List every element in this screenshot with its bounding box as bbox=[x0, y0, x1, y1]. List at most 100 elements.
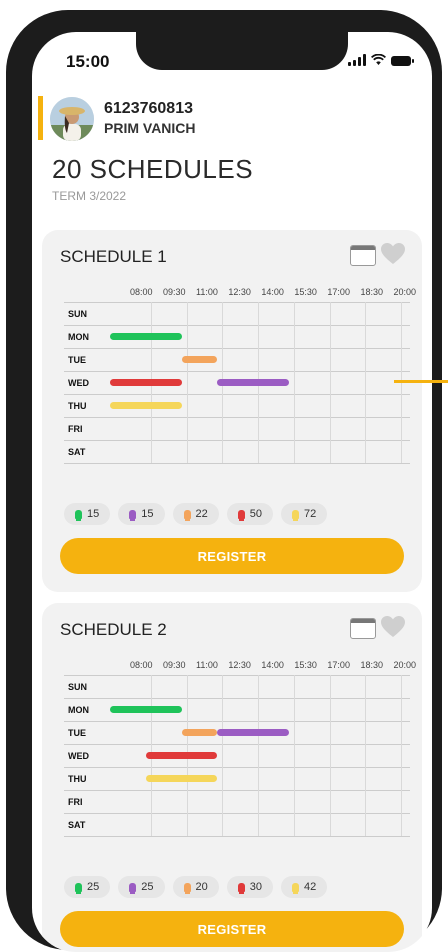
time-label: 11:00 bbox=[196, 660, 218, 670]
seat-icon bbox=[129, 882, 137, 894]
day-label: THU bbox=[68, 774, 87, 784]
calendar-icon[interactable] bbox=[350, 245, 376, 266]
time-label: 12:30 bbox=[228, 287, 251, 297]
status-icons bbox=[348, 54, 414, 66]
class-block[interactable] bbox=[110, 706, 182, 713]
seat-chip: 30 bbox=[226, 876, 273, 898]
class-block[interactable] bbox=[145, 775, 218, 782]
time-gridline bbox=[222, 675, 224, 836]
seat-availability: 15 15 22 50 72 bbox=[64, 503, 328, 525]
seat-chip: 42 bbox=[281, 876, 328, 898]
seat-count: 30 bbox=[249, 881, 262, 893]
time-axis: 08:00 09:30 11:00 12:30 14:00 15:30 17:00 18:30… bbox=[130, 660, 416, 670]
day-label: SUN bbox=[68, 682, 88, 692]
heart-icon[interactable] bbox=[380, 615, 406, 639]
day-row: SAT bbox=[64, 441, 410, 464]
avatar[interactable] bbox=[50, 97, 94, 141]
calendar-icon[interactable] bbox=[350, 618, 376, 639]
schedule-title: SCHEDULE 2 bbox=[60, 620, 167, 639]
time-label: 20:00 bbox=[393, 287, 416, 297]
time-label: 09:30 bbox=[163, 660, 186, 670]
day-label: TUE bbox=[68, 355, 86, 365]
class-block[interactable] bbox=[110, 402, 182, 409]
seat-count: 15 bbox=[87, 508, 100, 520]
seat-chip: 15 bbox=[118, 503, 165, 525]
seat-count: 20 bbox=[195, 881, 208, 893]
seat-chip: 22 bbox=[172, 503, 219, 525]
battery-icon bbox=[391, 56, 414, 66]
time-gridline bbox=[293, 675, 295, 836]
class-block[interactable] bbox=[217, 379, 289, 386]
seat-icon bbox=[183, 882, 191, 894]
seat-chip: 25 bbox=[118, 876, 165, 898]
seat-chip: 15 bbox=[64, 503, 111, 525]
day-row: SUN bbox=[64, 675, 410, 699]
seat-count: 15 bbox=[141, 508, 154, 520]
class-block[interactable] bbox=[181, 356, 218, 363]
time-label: 17:00 bbox=[327, 660, 350, 670]
day-row: TUE bbox=[64, 349, 410, 372]
heart-icon[interactable] bbox=[380, 242, 406, 266]
day-row: FRI bbox=[64, 791, 410, 814]
time-axis: 08:00 09:30 11:00 12:30 14:00 15:30 17:00 18:30… bbox=[130, 287, 416, 297]
register-button[interactable]: REGISTER bbox=[60, 538, 404, 574]
seat-count: 25 bbox=[141, 881, 154, 893]
status-time: 15:00 bbox=[66, 52, 110, 71]
day-row: WED bbox=[64, 745, 410, 768]
day-label: TUE bbox=[68, 728, 86, 738]
time-label: 18:30 bbox=[360, 287, 383, 297]
day-label: WED bbox=[68, 378, 89, 388]
time-gridline bbox=[186, 302, 188, 463]
app-screen: 15:00 6123760813 PRIM VANICH 20 SCHEDULE… bbox=[32, 32, 432, 952]
day-row: SAT bbox=[64, 814, 410, 837]
seat-chip: 20 bbox=[172, 876, 219, 898]
time-label: 08:00 bbox=[130, 287, 153, 297]
seat-chip: 25 bbox=[64, 876, 111, 898]
time-gridline bbox=[258, 675, 259, 836]
day-label: FRI bbox=[68, 424, 83, 434]
time-label: 12:30 bbox=[228, 660, 251, 670]
signal-icon bbox=[348, 54, 366, 66]
time-label: 20:00 bbox=[393, 660, 416, 670]
time-label: 15:30 bbox=[294, 287, 317, 297]
class-block[interactable] bbox=[145, 752, 218, 759]
profile-accent-bar bbox=[38, 96, 43, 140]
class-block[interactable] bbox=[110, 333, 182, 340]
phone-notch bbox=[136, 32, 348, 70]
page-title: 20 SCHEDULES bbox=[52, 154, 254, 184]
day-label: FRI bbox=[68, 797, 83, 807]
time-gridline bbox=[365, 675, 367, 836]
time-label: 09:30 bbox=[163, 287, 186, 297]
phone-frame: 15:00 6123760813 PRIM VANICH 20 SCHEDULE… bbox=[6, 10, 442, 952]
day-label: MON bbox=[68, 705, 89, 715]
user-name: PRIM VANICH bbox=[104, 120, 196, 136]
schedule-card: SCHEDULE 1 08:00 09:30 11:00 12:30 14:00 15:30… bbox=[42, 230, 422, 592]
timetable-grid: SUN MON TUE WED THU FRI SAT bbox=[64, 675, 410, 837]
class-block[interactable] bbox=[110, 379, 182, 386]
time-label: 14:00 bbox=[261, 287, 284, 297]
time-label: 11:00 bbox=[196, 287, 218, 297]
seat-icon bbox=[75, 882, 82, 894]
seat-icon bbox=[292, 882, 299, 894]
annotation-arrow bbox=[394, 380, 448, 383]
time-gridline bbox=[329, 302, 331, 463]
seat-icon bbox=[183, 509, 191, 521]
day-row: THU bbox=[64, 768, 410, 791]
class-block[interactable] bbox=[217, 729, 289, 736]
time-gridline bbox=[329, 675, 331, 836]
day-row: SUN bbox=[64, 302, 410, 326]
term-label: TERM 3/2022 bbox=[52, 189, 127, 203]
schedule-card: SCHEDULE 2 08:00 09:30 11:00 12:30 14:00 15:30… bbox=[42, 603, 422, 952]
user-id: 6123760813 bbox=[104, 100, 193, 117]
seat-icon bbox=[292, 509, 299, 521]
seat-count: 25 bbox=[87, 881, 100, 893]
day-label: SAT bbox=[68, 820, 86, 830]
user-profile[interactable]: 6123760813 PRIM VANICH bbox=[32, 94, 432, 144]
register-button[interactable]: REGISTER bbox=[60, 911, 404, 947]
class-block[interactable] bbox=[181, 729, 218, 736]
seat-icon bbox=[75, 509, 82, 521]
seat-icon bbox=[237, 509, 245, 521]
time-gridline bbox=[365, 302, 367, 463]
time-gridline bbox=[293, 302, 295, 463]
day-label: THU bbox=[68, 401, 87, 411]
